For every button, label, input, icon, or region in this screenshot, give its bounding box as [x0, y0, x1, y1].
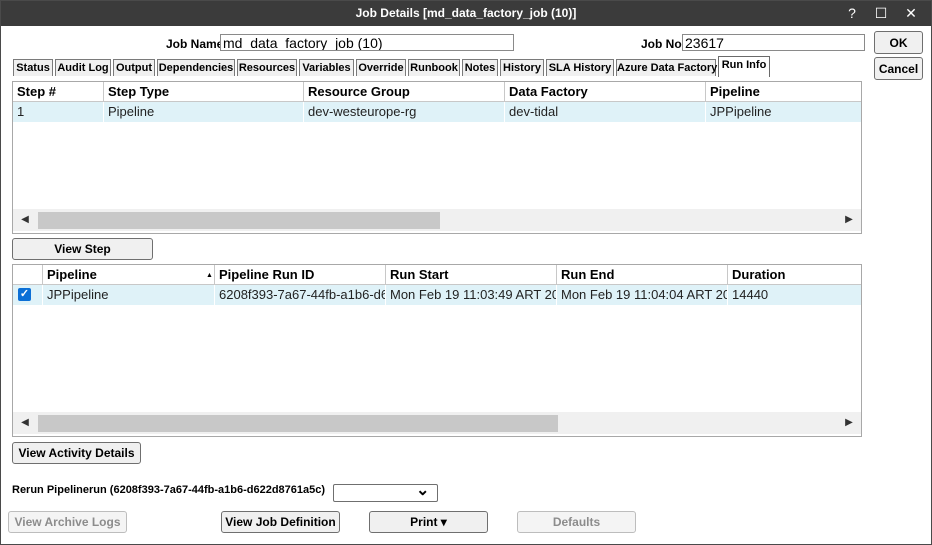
- row-checkbox[interactable]: ✓: [18, 288, 31, 301]
- column-header-pipeline[interactable]: Pipeline ▲: [43, 265, 215, 285]
- tab-resources[interactable]: Resources: [237, 59, 297, 76]
- rerun-dropdown[interactable]: ⌄: [333, 482, 438, 502]
- column-header-step[interactable]: Step #: [13, 82, 104, 102]
- tab-azure-data-factory[interactable]: Azure Data Factory: [616, 59, 717, 76]
- column-header-duration[interactable]: Duration: [728, 265, 861, 285]
- cell-duration: 14440: [728, 285, 861, 305]
- scroll-right-icon[interactable]: ▶: [841, 415, 857, 431]
- job-name-field[interactable]: [220, 34, 514, 51]
- table-row[interactable]: ✓ JPPipeline 6208f393-7a67-44fb-a1b6-d62…: [13, 285, 861, 305]
- sort-ascending-icon: ▲: [206, 272, 213, 279]
- scroll-left-icon[interactable]: ◀: [17, 212, 33, 228]
- tab-audit-log[interactable]: Audit Log: [55, 59, 111, 76]
- column-header-select[interactable]: [13, 265, 43, 285]
- column-header-resource-group[interactable]: Resource Group: [304, 82, 505, 102]
- job-no-field[interactable]: [682, 34, 865, 51]
- scrollbar-thumb[interactable]: [38, 212, 440, 229]
- column-header-pipeline-run-id[interactable]: Pipeline Run ID: [215, 265, 386, 285]
- view-activity-details-button[interactable]: View Activity Details: [12, 442, 141, 464]
- column-header-run-end[interactable]: Run End: [557, 265, 728, 285]
- pipeline-runs-table: Pipeline ▲ Pipeline Run ID Run Start Run…: [12, 264, 862, 437]
- view-archive-logs-button[interactable]: View Archive Logs: [8, 511, 127, 533]
- steps-horizontal-scrollbar[interactable]: ◀ ▶: [13, 209, 861, 231]
- close-icon[interactable]: ✕: [898, 3, 924, 23]
- column-header-data-factory[interactable]: Data Factory: [505, 82, 706, 102]
- cell-step-number: 1: [13, 102, 104, 122]
- tab-dependencies[interactable]: Dependencies: [157, 59, 235, 76]
- tab-sla-history[interactable]: SLA History: [546, 59, 614, 76]
- runs-table-header: Pipeline ▲ Pipeline Run ID Run Start Run…: [13, 265, 861, 285]
- runs-horizontal-scrollbar[interactable]: ◀ ▶: [13, 412, 861, 434]
- tab-notes[interactable]: Notes: [462, 59, 498, 76]
- cell-run-end: Mon Feb 19 11:04:04 ART 2024: [557, 285, 728, 305]
- column-header-pipeline-label: Pipeline: [47, 267, 97, 282]
- cell-pipeline-run-id: 6208f393-7a67-44fb-a1b6-d622d8761a5c: [215, 285, 386, 305]
- scroll-right-icon[interactable]: ▶: [841, 212, 857, 228]
- window-title: Job Details [md_data_factory_job (10)]: [355, 6, 577, 20]
- title-bar: Job Details [md_data_factory_job (10)] ?…: [1, 1, 931, 26]
- view-job-definition-button[interactable]: View Job Definition: [221, 511, 340, 533]
- job-name-label: Job Name: [166, 37, 224, 51]
- rerun-pipelinerun-label: Rerun Pipelinerun (6208f393-7a67-44fb-a1…: [12, 484, 326, 496]
- tab-runbook[interactable]: Runbook: [408, 59, 460, 76]
- job-details-window: Job Details [md_data_factory_job (10)] ?…: [0, 0, 932, 545]
- cell-pipeline: JPPipeline: [706, 102, 861, 122]
- tab-status[interactable]: Status: [13, 59, 53, 76]
- column-header-step-type[interactable]: Step Type: [104, 82, 304, 102]
- cell-run-start: Mon Feb 19 11:03:49 ART 2024: [386, 285, 557, 305]
- table-row[interactable]: 1 Pipeline dev-westeurope-rg dev-tidal J…: [13, 102, 861, 122]
- cell-select: ✓: [13, 285, 43, 305]
- steps-table-header: Step # Step Type Resource Group Data Fac…: [13, 82, 861, 102]
- cell-data-factory: dev-tidal: [505, 102, 706, 122]
- ok-button[interactable]: OK: [874, 31, 923, 54]
- cancel-button[interactable]: Cancel: [874, 57, 923, 80]
- tab-history[interactable]: History: [500, 59, 544, 76]
- tab-run-info[interactable]: Run Info: [718, 56, 770, 77]
- chevron-down-icon: ⌄: [416, 482, 430, 499]
- scrollbar-thumb[interactable]: [38, 415, 558, 432]
- help-icon[interactable]: ?: [839, 3, 865, 23]
- view-step-button[interactable]: View Step: [12, 238, 153, 260]
- column-header-run-start[interactable]: Run Start: [386, 265, 557, 285]
- steps-table: Step # Step Type Resource Group Data Fac…: [12, 81, 862, 234]
- defaults-button[interactable]: Defaults: [517, 511, 636, 533]
- tab-variables[interactable]: Variables: [299, 59, 354, 76]
- cell-step-type: Pipeline: [104, 102, 304, 122]
- print-button[interactable]: Print ▾: [369, 511, 488, 533]
- maximize-icon[interactable]: ☐: [868, 3, 894, 23]
- tab-override[interactable]: Override: [356, 59, 406, 76]
- column-header-pipeline[interactable]: Pipeline: [706, 82, 861, 102]
- job-no-label: Job No.: [641, 37, 685, 51]
- tab-output[interactable]: Output: [113, 59, 155, 76]
- cell-resource-group: dev-westeurope-rg: [304, 102, 505, 122]
- cell-pipeline: JPPipeline: [43, 285, 215, 305]
- scroll-left-icon[interactable]: ◀: [17, 415, 33, 431]
